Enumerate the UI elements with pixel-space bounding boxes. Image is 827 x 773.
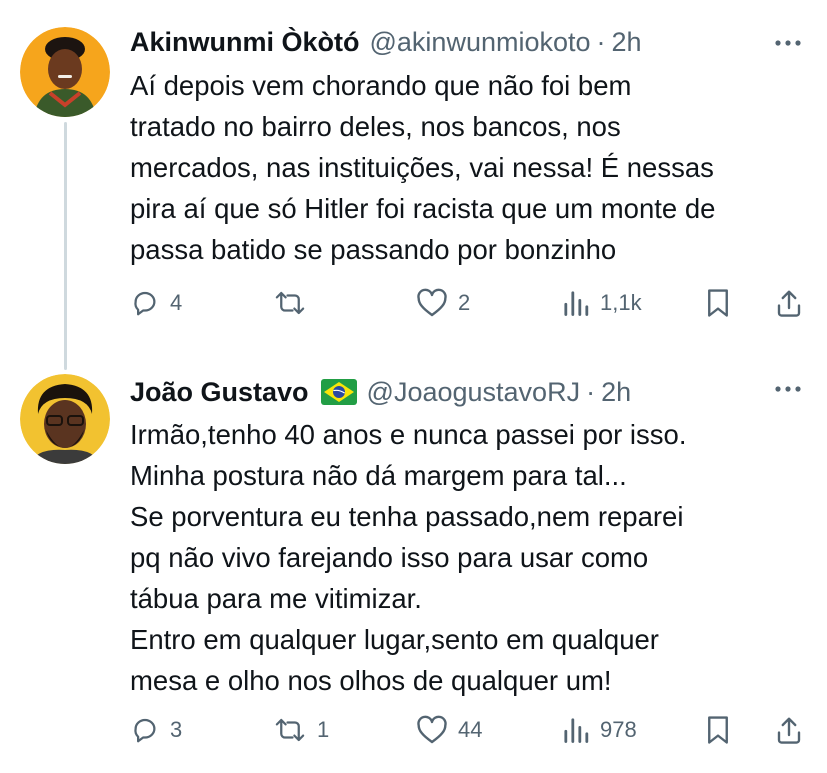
timestamp[interactable]: 2h (601, 377, 631, 408)
tweet-text: Aí depois vem chorando que não foi bem t… (130, 70, 716, 265)
tweet-header: Akinwunmi Òkòtó @akinwunmiokoto · 2h (130, 22, 642, 62)
tweet-text: Irmão,tenho 40 anos e nunca passei por i… (130, 419, 687, 696)
like-button[interactable]: 2 (416, 283, 470, 323)
tweet-header: João Gustavo @JoaogustavoRJ · 2h (130, 372, 631, 412)
more-options-icon[interactable] (771, 26, 805, 60)
retweet-icon (275, 291, 305, 315)
brazil-flag-icon (320, 379, 357, 405)
author-handle[interactable]: @JoaogustavoRJ (367, 377, 581, 408)
share-button[interactable] (775, 710, 803, 750)
separator: · (596, 26, 606, 57)
share-icon (777, 290, 801, 317)
like-button[interactable]: 44 (416, 710, 482, 750)
views-button[interactable]: 978 (562, 710, 637, 750)
views-icon (564, 718, 589, 743)
bookmark-icon (708, 289, 728, 317)
more-options-icon[interactable] (771, 372, 805, 406)
author-handle[interactable]: @akinwunmiokoto (370, 27, 591, 58)
heart-icon (417, 715, 447, 744)
tweet-actions: 4 2 1,1k (130, 283, 810, 323)
like-count: 2 (458, 290, 471, 315)
bookmark-icon (708, 716, 728, 744)
retweet-icon (275, 718, 305, 742)
separator: · (586, 376, 596, 407)
author-name[interactable]: Akinwunmi Òkòtó (130, 27, 360, 58)
views-button[interactable]: 1,1k (562, 283, 642, 323)
bookmark-button[interactable] (705, 283, 731, 323)
author-name[interactable]: João Gustavo (130, 377, 309, 408)
thread-connector-line (64, 122, 67, 370)
share-button[interactable] (775, 283, 803, 323)
tweet-actions: 3 1 44 978 (130, 710, 810, 750)
reply-icon (134, 291, 156, 316)
avatar[interactable] (20, 27, 110, 117)
reply-icon (134, 718, 156, 743)
share-icon (777, 717, 801, 744)
avatar[interactable] (20, 374, 110, 464)
views-count: 978 (600, 717, 637, 742)
retweet-button[interactable] (273, 283, 317, 323)
like-count: 44 (458, 717, 483, 742)
retweet-button[interactable]: 1 (273, 710, 329, 750)
reply-count: 4 (170, 290, 183, 315)
retweet-count: 1 (317, 717, 330, 742)
reply-button[interactable]: 3 (130, 710, 182, 750)
views-count: 1,1k (600, 290, 642, 315)
bookmark-button[interactable] (705, 710, 731, 750)
reply-button[interactable]: 4 (130, 283, 182, 323)
heart-icon (417, 288, 447, 317)
views-icon (564, 291, 589, 316)
reply-count: 3 (170, 717, 183, 742)
timestamp[interactable]: 2h (612, 27, 642, 58)
